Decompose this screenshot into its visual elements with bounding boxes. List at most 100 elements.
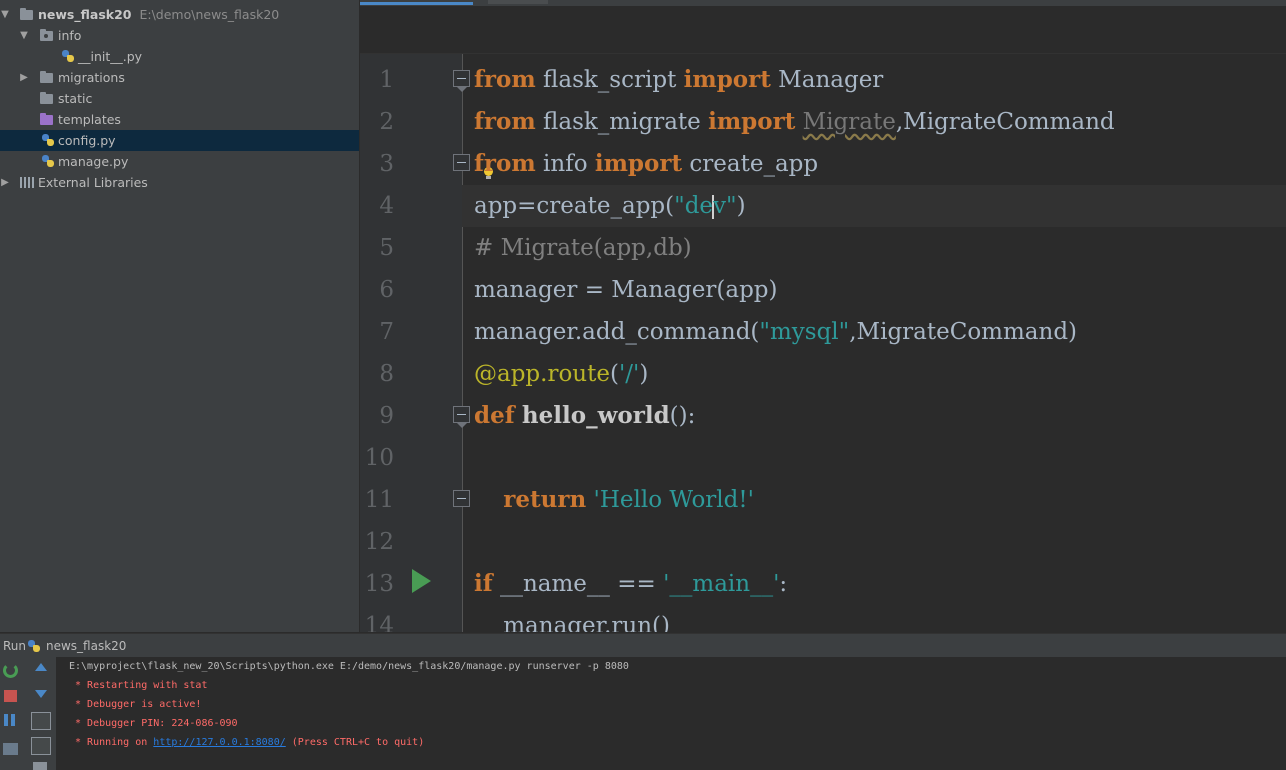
keyword: import (683, 66, 771, 93)
collapse-arrow-icon[interactable]: ▶ (0, 177, 10, 188)
tree-item-label: manage.py (58, 154, 129, 169)
rerun-icon[interactable] (3, 663, 18, 678)
python-file-icon (27, 639, 41, 653)
console-line: * Restarting with stat (69, 680, 208, 691)
print-icon[interactable] (33, 762, 47, 770)
line-number: 3 (379, 151, 394, 177)
code-token: info (535, 151, 595, 177)
stop-icon[interactable] (4, 690, 17, 702)
code-token: ) (639, 361, 649, 387)
tree-item-label: migrations (58, 70, 125, 85)
fold-marker-icon[interactable] (453, 70, 470, 92)
code-line-5: # Migrate(app,db) (474, 227, 692, 269)
tree-item-label: templates (58, 112, 121, 127)
arrow-up-icon[interactable] (35, 663, 47, 671)
function-name: hello_world (521, 402, 670, 429)
code-token: create_app (682, 151, 819, 177)
fold-marker-icon[interactable] (453, 154, 470, 171)
collapse-arrow-icon[interactable]: ▶ (19, 72, 29, 83)
tree-item-static[interactable]: static (0, 88, 359, 109)
folder-icon (20, 8, 33, 20)
run-config-tab[interactable]: news_flask20 (46, 639, 126, 653)
line-number: 12 (364, 529, 394, 555)
code-line-6: manager = Manager(app) (474, 269, 778, 311)
code-line-9: def hello_world(): (474, 395, 695, 437)
run-toolbar (0, 657, 57, 770)
tree-item-label: static (58, 91, 93, 106)
pause-icon[interactable] (4, 714, 15, 726)
tree-item-migrations[interactable]: ▶ migrations (0, 67, 359, 88)
code-token: (): (669, 403, 696, 429)
code-editor[interactable]: 1 2 3 4 5 6 7 8 9 10 11 12 13 14 from fl… (360, 54, 1286, 632)
restore-layout-icon[interactable] (3, 743, 18, 755)
code-token: ) (736, 193, 746, 219)
string-literal: v" (713, 193, 737, 219)
comment: # Migrate(app,db) (474, 235, 692, 261)
console-line: * Debugger PIN: 224-086-090 (69, 718, 238, 729)
code-token: flask_script (535, 67, 684, 93)
code-token: manager = Manager(app) (474, 277, 778, 303)
line-number: 13 (364, 571, 394, 597)
code-token: ,MigrateCommand) (849, 319, 1078, 345)
code-line-4: app=create_app("dev") (462, 185, 1286, 227)
console-line: * Running on http://127.0.0.1:8080/ (Pre… (69, 737, 424, 748)
unused-import: Migrate (802, 109, 896, 135)
templates-folder-icon (40, 113, 53, 125)
tree-item-init-py[interactable]: __init__.py (0, 46, 359, 67)
line-number: 1 (379, 67, 394, 93)
string-literal: '/' (618, 361, 640, 387)
active-editor-tab[interactable] (360, 2, 473, 5)
code-line-13: if __name__ == '__main__': (474, 563, 787, 605)
gutter-divider (462, 54, 463, 632)
run-console[interactable]: E:\myproject\flask_new_20\Scripts\python… (57, 657, 1286, 770)
line-number-gutter: 1 2 3 4 5 6 7 8 9 10 11 12 13 14 (360, 54, 462, 632)
scroll-to-end-icon[interactable] (31, 737, 51, 755)
keyword: from (474, 108, 536, 135)
arrow-down-icon[interactable] (35, 690, 47, 698)
code-line-2: from flask_migrate import Migrate,Migrat… (474, 101, 1115, 143)
tree-item-manage-py[interactable]: manage.py (0, 151, 359, 172)
code-line-8: @app.route('/') (474, 353, 648, 395)
line-number: 6 (379, 277, 394, 303)
expand-arrow-icon[interactable]: ▼ (19, 30, 29, 41)
line-number: 11 (364, 487, 394, 513)
code-token: : (779, 571, 788, 597)
keyword: import (708, 108, 796, 135)
soft-wrap-icon[interactable] (31, 712, 51, 730)
run-tab-label[interactable]: Run (3, 639, 26, 653)
folder-icon (40, 92, 53, 104)
tree-root-news-flask20[interactable]: ▼ news_flask20 E:\demo\news_flask20 (0, 4, 359, 25)
code-line-3: from info import create_app (474, 143, 818, 185)
editor-tab[interactable] (488, 0, 548, 4)
package-folder-icon (40, 29, 53, 41)
code-line-7: manager.add_command("mysql",MigrateComma… (474, 311, 1077, 353)
code-token: __name__ == (492, 571, 664, 597)
tree-item-label: config.py (58, 133, 116, 148)
code-line-11: return 'Hello World!' (474, 479, 754, 521)
fold-marker-icon[interactable] (453, 490, 470, 507)
run-gutter-icon[interactable] (412, 569, 431, 593)
run-panel-header: Run news_flask20 (0, 633, 1286, 658)
tree-item-label: info (58, 28, 82, 43)
code-token: ( (609, 361, 619, 387)
project-tree-panel: ▼ news_flask20 E:\demo\news_flask20 ▼ inf… (0, 0, 360, 632)
line-number: 10 (364, 445, 394, 471)
code-token: Manager (770, 67, 884, 93)
line-number: 4 (379, 193, 394, 219)
keyword: import (594, 150, 683, 177)
tree-item-info[interactable]: ▼ info (0, 25, 359, 46)
code-token: manager.add_command( (474, 319, 760, 345)
code-line-14: manager.run() (474, 605, 670, 632)
python-file-icon (61, 49, 75, 63)
tree-item-templates[interactable]: templates (0, 109, 359, 130)
expand-arrow-icon[interactable]: ▼ (0, 9, 10, 20)
tree-item-external-libraries[interactable]: ▶ External Libraries (0, 172, 359, 193)
console-command-line: E:\myproject\flask_new_20\Scripts\python… (69, 661, 629, 672)
tree-item-config-py[interactable]: config.py (0, 130, 359, 151)
code-token: manager.run() (474, 613, 670, 632)
editor-header-strip (360, 6, 1286, 54)
fold-marker-icon[interactable] (453, 406, 470, 428)
server-url-link[interactable]: http://127.0.0.1:8080/ (153, 737, 285, 748)
